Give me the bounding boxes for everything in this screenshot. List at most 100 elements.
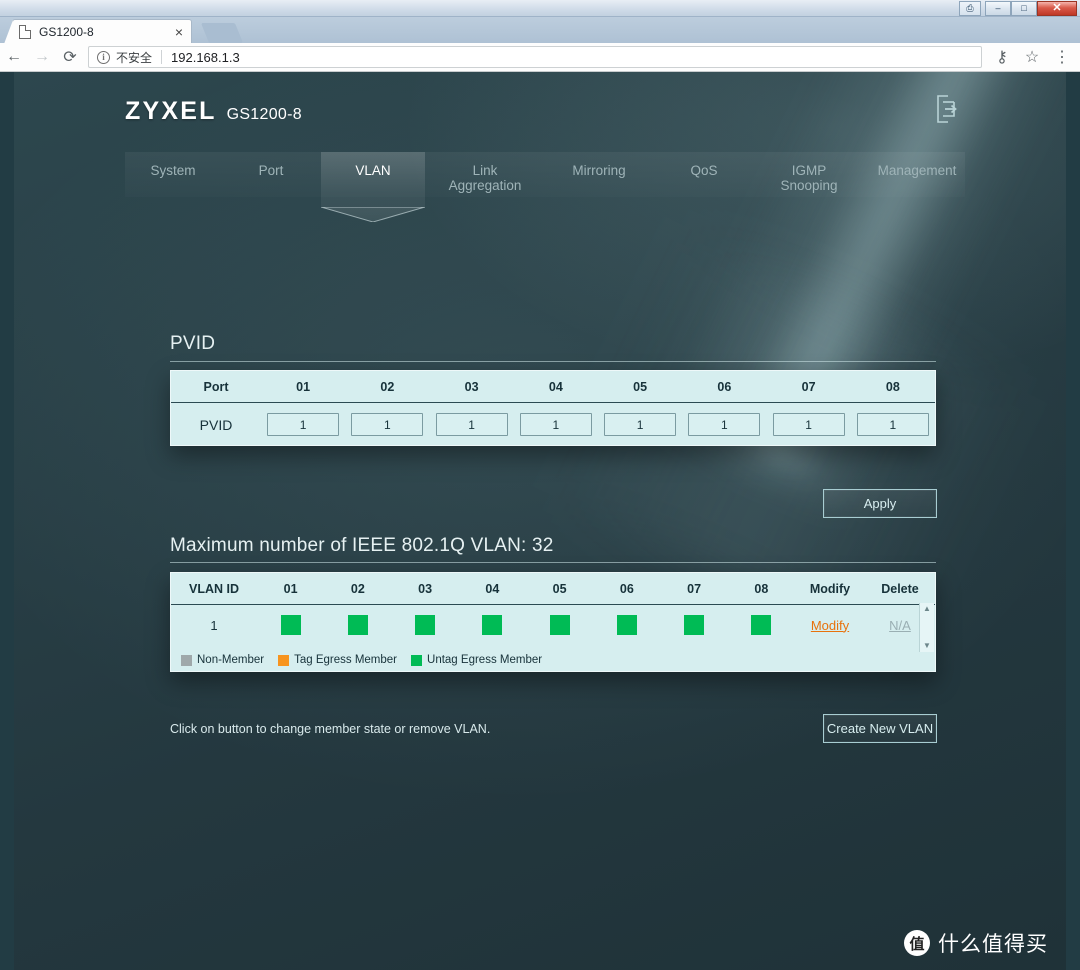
nav-tab-mirroring[interactable]: Mirroring [545,152,653,197]
nav-tab-vlan[interactable]: VLAN [320,152,426,223]
vlan-delete-link: N/A [889,617,911,633]
nav-tab-qos[interactable]: QoS [653,152,755,197]
window-minimize-button[interactable]: – [985,1,1011,16]
key-glyph: ⚷ [996,49,1008,66]
create-new-vlan-button[interactable]: Create New VLAN [823,714,937,743]
legend-swatch [278,654,290,666]
vlan-modify-link[interactable]: Modify [811,618,849,633]
pvid-cell [851,403,935,447]
pvid-input-port-06[interactable] [688,413,761,436]
back-button[interactable]: ← [0,43,28,71]
browser-menu-button[interactable]: ⋮ [1048,43,1076,71]
vlan-col-02: 02 [324,573,392,605]
vlan-hint-text: Click on button to change member state o… [170,722,491,736]
nav-tab-label: Port [258,163,284,178]
legend-swatch [181,654,192,666]
vlan-member-cell [324,605,391,646]
vlan-member-toggle-port-02[interactable] [347,615,368,635]
vlan-member-toggle-port-04[interactable] [482,615,503,635]
security-status-label: 不安全 [116,50,153,65]
bookmark-star-icon[interactable]: ☆ [1018,43,1046,71]
nav-tab-label: VLAN [355,163,391,178]
vlan-section-title: Maximum number of IEEE 802.1Q VLAN: 32 [170,535,554,556]
pvid-col-port-07: 07 [766,371,851,403]
window-extra-button[interactable]: ⎙ [959,1,981,16]
browser-tab[interactable]: GS1200-8 × [4,19,192,44]
pvid-input-port-03[interactable] [435,413,508,436]
vlan-member-cell [392,605,459,646]
vlan-member-toggle-port-03[interactable] [415,615,436,635]
tab-close-icon[interactable]: × [173,25,185,39]
reload-button[interactable]: ⟳ [56,43,84,71]
vlan-member-toggle-port-06[interactable] [616,615,637,635]
star-glyph: ☆ [1024,49,1040,66]
nav-tab-igmp-snooping[interactable]: IGMP Snooping [755,152,863,197]
vlan-member-toggle-port-05[interactable] [549,615,570,635]
nav-tab-label: System [150,163,196,178]
pvid-col-port-04: 04 [513,371,598,403]
nav-tab-link-aggregation[interactable]: Link Aggregation [425,152,545,197]
vlan-member-cell [257,605,324,646]
nav-tab-port[interactable]: Port [221,152,321,197]
address-bar[interactable]: i 不安全 192.168.1.3 [88,46,982,68]
password-key-icon[interactable]: ⚷ [988,43,1016,71]
legend-swatch [411,654,423,666]
vlan-col-07: 07 [660,573,728,605]
switch-webui: ZYXEL GS1200-8 System Port VLAN Link Aggrega… [14,72,1066,970]
nav-tab-management[interactable]: Management [863,152,971,197]
nav-tab-system[interactable]: System [125,152,221,197]
pvid-cell [514,403,598,447]
pvid-table: Port 01 02 03 04 05 06 07 08 PVID [171,371,935,446]
pvid-cell [767,403,851,447]
pvid-cell [598,403,682,447]
legend-label: Tag Egress Member [294,654,398,666]
browser-tabstrip: GS1200-8 × [0,17,1080,44]
reload-icon: ⟳ [63,49,77,66]
legend-item: Tag Egress Member [278,654,397,666]
scroll-up-icon[interactable]: ▲ [923,605,931,613]
pvid-section-title: PVID [170,333,216,354]
legend-item: Non-Member [181,654,264,666]
info-icon[interactable]: i [97,50,110,64]
pvid-input-port-02[interactable] [351,413,424,436]
browser-navbar: ← → ⟳ i 不安全 192.168.1.3 ⚷ ☆ ⋮ [0,43,1080,72]
window-titlebar: ⎙ – □ ✕ [0,0,1080,17]
pvid-panel: Port 01 02 03 04 05 06 07 08 PVID [170,370,936,446]
window-close-button[interactable]: ✕ [1037,1,1077,16]
pvid-input-port-07[interactable] [772,413,845,436]
apply-button[interactable]: Apply [823,489,937,518]
window-maximize-button[interactable]: □ [1011,1,1037,16]
url-text: 192.168.1.3 [171,49,240,65]
vlan-table-scrollbar[interactable]: ▲ ▼ [919,603,934,652]
page-favicon [19,24,31,39]
pvid-col-port-06: 06 [682,371,767,403]
pvid-input-port-08[interactable] [856,413,929,436]
new-tab-button[interactable] [200,23,244,43]
browser-tab-title: GS1200-8 [39,24,94,39]
forward-button: → [28,43,56,71]
scroll-down-icon[interactable]: ▼ [923,642,931,650]
legend-item: Untag Egress Member [411,654,542,666]
pvid-input-port-01[interactable] [267,413,340,436]
vlan-col-modify: Modify [795,573,865,605]
vlan-header-row: VLAN ID 01 02 03 04 05 06 07 08 Modify Delete [171,573,935,605]
minimize-icon: – [995,3,1001,13]
apply-button-label: Apply [863,496,897,511]
logout-icon[interactable] [934,94,960,124]
vlan-col-08: 08 [727,573,795,605]
vlan-member-toggle-port-07[interactable] [684,615,705,635]
watermark: 值 什么值得买 [904,928,1048,958]
pvid-value-row: PVID [171,403,935,447]
vlan-member-toggle-port-01[interactable] [280,615,301,635]
vlan-member-cell [728,605,795,646]
vlan-col-01: 01 [257,573,325,605]
pvid-input-port-05[interactable] [604,413,677,436]
pvid-input-port-04[interactable] [519,413,592,436]
back-arrow-icon: ← [6,48,22,65]
create-new-vlan-label: Create New VLAN [826,721,934,736]
vlan-legend: Non-Member Tag Egress Member Untag Egress … [181,654,542,666]
watermark-text: 什么值得买 [938,932,1048,956]
vlan-member-toggle-port-08[interactable] [751,615,772,635]
pvid-cell [345,403,429,447]
vlan-table-body: 1 Modify N/A [171,605,935,646]
